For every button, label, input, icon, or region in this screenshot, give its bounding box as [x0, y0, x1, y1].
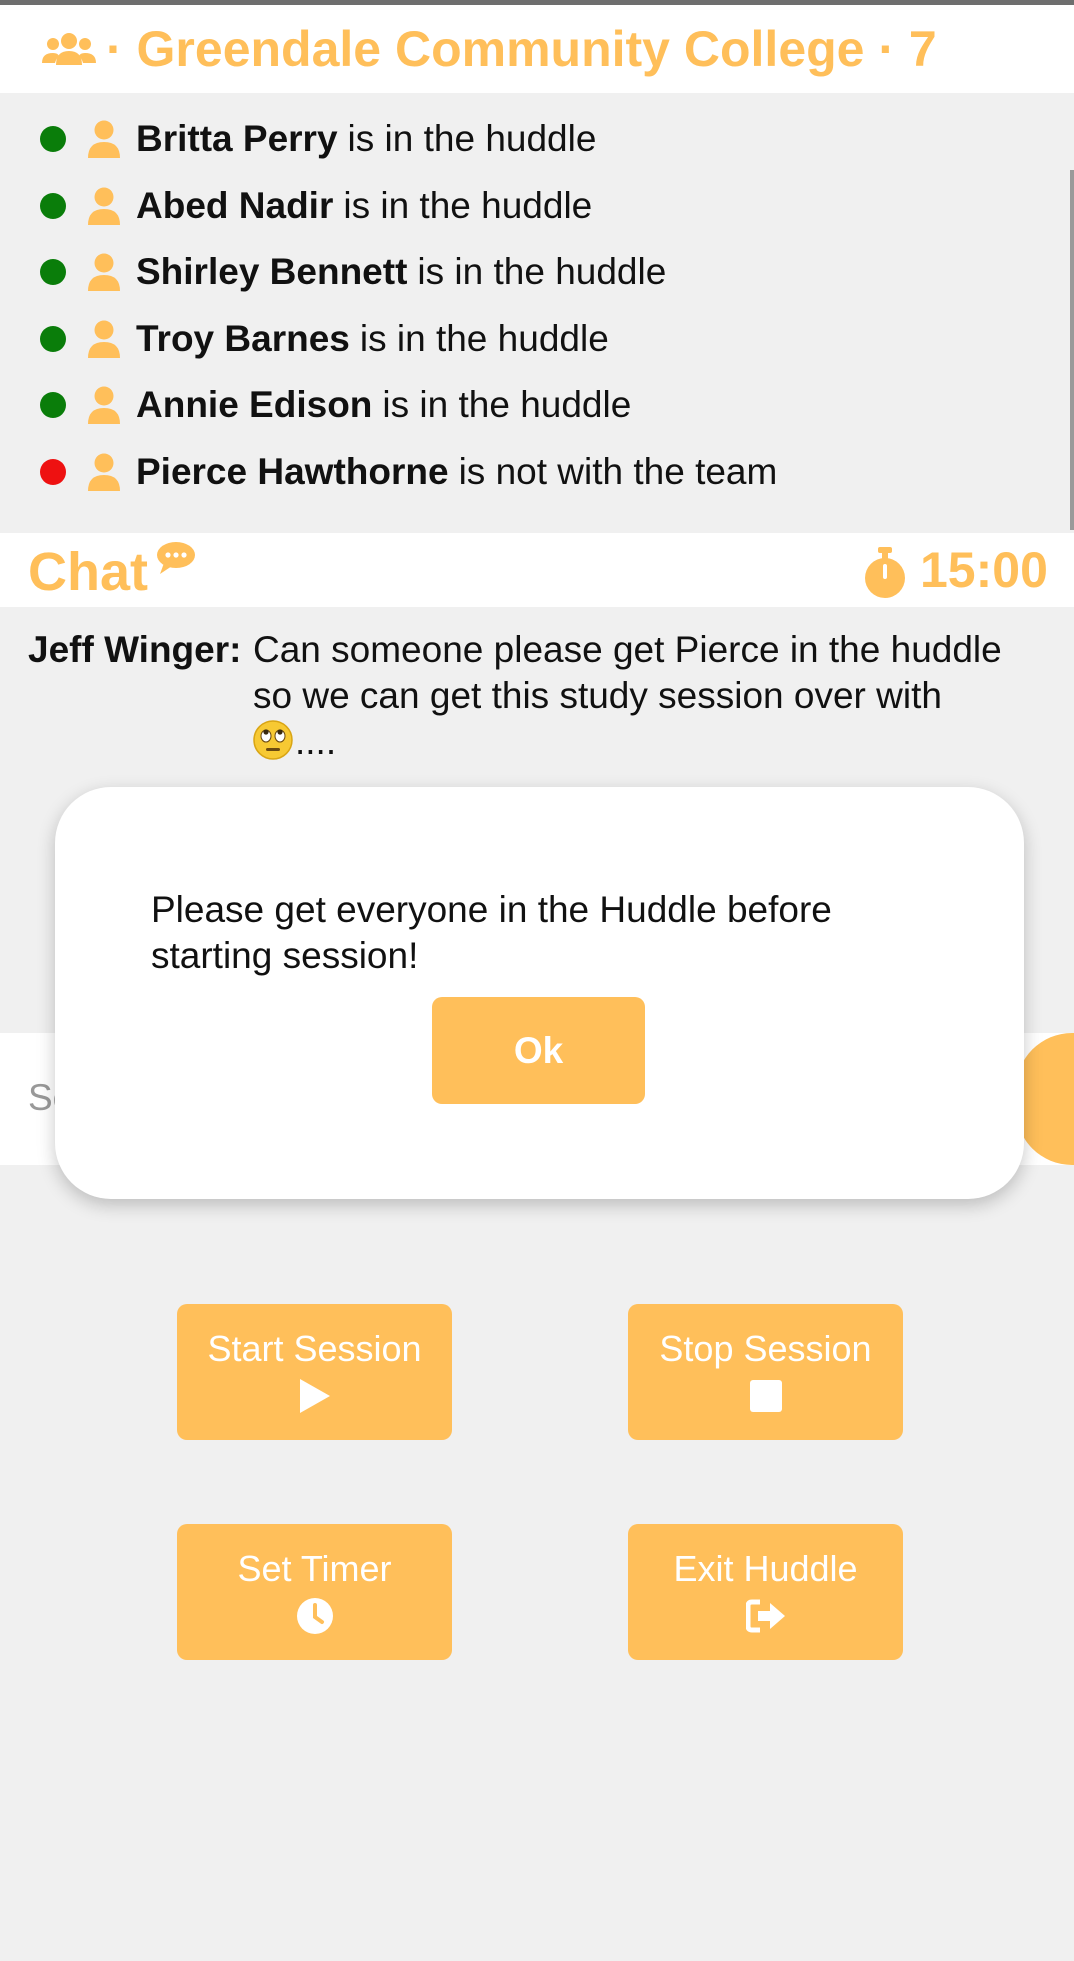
message-text: Can someone please get Pierce in the hud… — [253, 629, 1002, 716]
exit-huddle-label: Exit Huddle — [673, 1548, 858, 1589]
stop-icon — [746, 1376, 786, 1416]
eye-roll-emoji-icon — [253, 720, 293, 760]
ok-button[interactable]: Ok — [432, 997, 645, 1104]
member-status: is in the huddle — [359, 317, 609, 359]
online-status-dot — [40, 259, 66, 286]
chat-message: Jeff Winger: Can someone please get Pier… — [28, 627, 1048, 765]
member-name: Shirley Bennett — [136, 251, 408, 293]
chat-bubble-icon — [156, 541, 196, 575]
person-icon — [86, 385, 122, 425]
alert-dialog: Please get everyone in the Huddle before… — [55, 787, 1024, 1199]
member-status: is in the huddle — [417, 251, 667, 293]
group-header: · Greendale Community College · 7 — [0, 5, 1074, 93]
online-status-dot — [40, 325, 66, 352]
member-item: Abed Nadir is in the huddle — [40, 173, 592, 239]
member-name: Troy Barnes — [136, 317, 350, 359]
member-name: Pierce Hawthorne — [136, 451, 449, 492]
member-name: Annie Edison — [136, 384, 373, 426]
member-name: Britta Perry — [136, 118, 338, 159]
alert-message: Please get everyone in the Huddle before… — [151, 889, 832, 976]
start-session-label: Start Session — [207, 1328, 422, 1369]
online-status-dot — [40, 126, 66, 152]
member-name: Abed Nadir — [136, 184, 334, 226]
offline-status-dot — [40, 459, 66, 485]
person-icon — [86, 252, 122, 292]
stop-session-button[interactable]: Stop Session — [628, 1304, 903, 1440]
stop-session-label: Stop Session — [659, 1328, 872, 1369]
users-icon — [40, 29, 98, 69]
member-status: is in the huddle — [343, 184, 593, 226]
play-icon — [295, 1376, 335, 1416]
person-icon — [86, 119, 122, 159]
sign-out-icon — [745, 1596, 786, 1636]
member-item: Britta Perry is in the huddle — [40, 106, 596, 172]
set-timer-button[interactable]: Set Timer — [177, 1524, 452, 1660]
set-timer-label: Set Timer — [237, 1548, 392, 1589]
huddle-screen: · Greendale Community College · 7 Britta… — [0, 0, 1074, 1961]
timer-value: 15:00 — [920, 542, 1048, 598]
member-item: Pierce Hawthorne is not with the team — [40, 439, 777, 505]
chat-title: Chat — [28, 542, 148, 602]
member-status: is not with the team — [458, 451, 778, 492]
clock-icon — [295, 1596, 335, 1636]
message-suffix: .... — [295, 721, 337, 762]
stopwatch-icon — [862, 547, 908, 599]
message-sender: Jeff Winger: — [28, 629, 242, 670]
start-session-button[interactable]: Start Session — [177, 1304, 452, 1440]
member-list: Britta Perry is in the huddle Abed Nadir is… — [0, 93, 1074, 533]
member-status: is in the huddle — [347, 118, 597, 159]
chat-header: Chat 15:00 — [0, 533, 1074, 607]
send-button[interactable] — [1016, 1033, 1074, 1165]
member-item: Annie Edison is in the huddle — [40, 372, 631, 438]
person-icon — [86, 452, 122, 492]
member-status: is in the huddle — [382, 384, 632, 426]
group-title: · Greendale Community College · 7 — [106, 21, 937, 77]
exit-huddle-button[interactable]: Exit Huddle — [628, 1524, 903, 1660]
member-item: Troy Barnes is in the huddle — [40, 306, 609, 372]
person-icon — [86, 186, 122, 226]
online-status-dot — [40, 192, 66, 219]
online-status-dot — [40, 392, 66, 419]
message-body: Can someone please get Pierce in the hud… — [253, 627, 1043, 765]
person-icon — [86, 319, 122, 359]
member-item: Shirley Bennett is in the huddle — [40, 239, 666, 305]
